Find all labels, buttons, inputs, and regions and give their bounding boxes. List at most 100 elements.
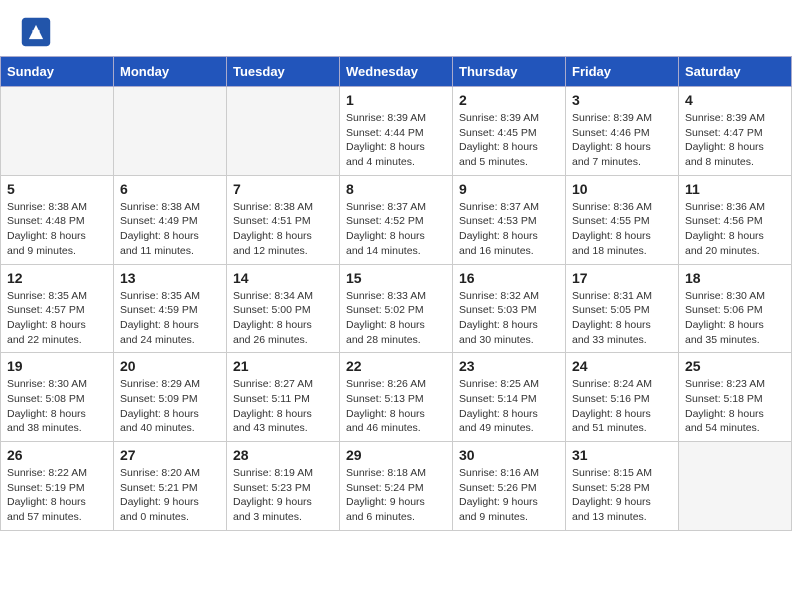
calendar-cell: 21 Sunrise: 8:27 AM Sunset: 5:11 PM Dayli… xyxy=(227,353,340,442)
cell-day-number: 30 xyxy=(459,447,559,463)
calendar-cell: 2 Sunrise: 8:39 AM Sunset: 4:45 PM Daylig… xyxy=(453,87,566,176)
cell-info-text: Sunrise: 8:18 AM Sunset: 5:24 PM Dayligh… xyxy=(346,466,446,525)
calendar-cell: 20 Sunrise: 8:29 AM Sunset: 5:09 PM Dayli… xyxy=(114,353,227,442)
cell-day-number: 6 xyxy=(120,181,220,197)
cell-day-number: 27 xyxy=(120,447,220,463)
weekday-header-tuesday: Tuesday xyxy=(227,57,340,87)
calendar-cell: 12 Sunrise: 8:35 AM Sunset: 4:57 PM Dayli… xyxy=(1,264,114,353)
cell-info-text: Sunrise: 8:33 AM Sunset: 5:02 PM Dayligh… xyxy=(346,289,446,348)
cell-day-number: 18 xyxy=(685,270,785,286)
cell-day-number: 15 xyxy=(346,270,446,286)
calendar-week-row: 19 Sunrise: 8:30 AM Sunset: 5:08 PM Dayli… xyxy=(1,353,792,442)
calendar-cell: 14 Sunrise: 8:34 AM Sunset: 5:00 PM Dayli… xyxy=(227,264,340,353)
cell-day-number: 2 xyxy=(459,92,559,108)
weekday-header-sunday: Sunday xyxy=(1,57,114,87)
cell-day-number: 25 xyxy=(685,358,785,374)
cell-day-number: 22 xyxy=(346,358,446,374)
calendar-cell: 25 Sunrise: 8:23 AM Sunset: 5:18 PM Dayli… xyxy=(679,353,792,442)
weekday-header-friday: Friday xyxy=(566,57,679,87)
calendar-cell xyxy=(227,87,340,176)
calendar-week-row: 26 Sunrise: 8:22 AM Sunset: 5:19 PM Dayli… xyxy=(1,442,792,531)
cell-info-text: Sunrise: 8:36 AM Sunset: 4:55 PM Dayligh… xyxy=(572,200,672,259)
calendar-week-row: 12 Sunrise: 8:35 AM Sunset: 4:57 PM Dayli… xyxy=(1,264,792,353)
cell-info-text: Sunrise: 8:30 AM Sunset: 5:06 PM Dayligh… xyxy=(685,289,785,348)
cell-day-number: 21 xyxy=(233,358,333,374)
calendar-cell: 29 Sunrise: 8:18 AM Sunset: 5:24 PM Dayli… xyxy=(340,442,453,531)
cell-info-text: Sunrise: 8:20 AM Sunset: 5:21 PM Dayligh… xyxy=(120,466,220,525)
cell-day-number: 3 xyxy=(572,92,672,108)
calendar-cell xyxy=(1,87,114,176)
weekday-header-saturday: Saturday xyxy=(679,57,792,87)
cell-day-number: 11 xyxy=(685,181,785,197)
calendar-cell: 27 Sunrise: 8:20 AM Sunset: 5:21 PM Dayli… xyxy=(114,442,227,531)
cell-info-text: Sunrise: 8:23 AM Sunset: 5:18 PM Dayligh… xyxy=(685,377,785,436)
calendar-cell: 22 Sunrise: 8:26 AM Sunset: 5:13 PM Dayli… xyxy=(340,353,453,442)
cell-day-number: 23 xyxy=(459,358,559,374)
cell-info-text: Sunrise: 8:37 AM Sunset: 4:53 PM Dayligh… xyxy=(459,200,559,259)
cell-day-number: 10 xyxy=(572,181,672,197)
calendar-cell: 23 Sunrise: 8:25 AM Sunset: 5:14 PM Dayli… xyxy=(453,353,566,442)
cell-day-number: 4 xyxy=(685,92,785,108)
calendar-cell: 31 Sunrise: 8:15 AM Sunset: 5:28 PM Dayli… xyxy=(566,442,679,531)
cell-info-text: Sunrise: 8:19 AM Sunset: 5:23 PM Dayligh… xyxy=(233,466,333,525)
calendar-cell: 15 Sunrise: 8:33 AM Sunset: 5:02 PM Dayli… xyxy=(340,264,453,353)
cell-info-text: Sunrise: 8:30 AM Sunset: 5:08 PM Dayligh… xyxy=(7,377,107,436)
calendar-cell: 13Sunrise: 8:35 AM Sunset: 4:59 PM Dayli… xyxy=(114,264,227,353)
cell-info-text: Sunrise: 8:32 AM Sunset: 5:03 PM Dayligh… xyxy=(459,289,559,348)
page-header xyxy=(0,0,792,56)
cell-day-number: 26 xyxy=(7,447,107,463)
calendar-cell: 7 Sunrise: 8:38 AM Sunset: 4:51 PM Daylig… xyxy=(227,175,340,264)
cell-info-text: Sunrise: 8:39 AM Sunset: 4:44 PM Dayligh… xyxy=(346,111,446,170)
cell-day-number: 5 xyxy=(7,181,107,197)
cell-info-text: Sunrise: 8:24 AM Sunset: 5:16 PM Dayligh… xyxy=(572,377,672,436)
calendar-cell xyxy=(679,442,792,531)
cell-day-number: 29 xyxy=(346,447,446,463)
cell-info-text: Sunrise: 8:38 AM Sunset: 4:49 PM Dayligh… xyxy=(120,200,220,259)
calendar-cell: 1Sunrise: 8:39 AM Sunset: 4:44 PM Daylig… xyxy=(340,87,453,176)
calendar-cell: 5 Sunrise: 8:38 AM Sunset: 4:48 PM Daylig… xyxy=(1,175,114,264)
cell-info-text: Sunrise: 8:34 AM Sunset: 5:00 PM Dayligh… xyxy=(233,289,333,348)
cell-info-text: Sunrise: 8:39 AM Sunset: 4:45 PM Dayligh… xyxy=(459,111,559,170)
weekday-header-wednesday: Wednesday xyxy=(340,57,453,87)
calendar-cell: 4Sunrise: 8:39 AM Sunset: 4:47 PM Daylig… xyxy=(679,87,792,176)
cell-day-number: 17 xyxy=(572,270,672,286)
cell-info-text: Sunrise: 8:37 AM Sunset: 4:52 PM Dayligh… xyxy=(346,200,446,259)
logo-icon xyxy=(20,16,52,48)
cell-day-number: 12 xyxy=(7,270,107,286)
calendar-cell: 30 Sunrise: 8:16 AM Sunset: 5:26 PM Dayli… xyxy=(453,442,566,531)
cell-info-text: Sunrise: 8:29 AM Sunset: 5:09 PM Dayligh… xyxy=(120,377,220,436)
cell-day-number: 16 xyxy=(459,270,559,286)
cell-info-text: Sunrise: 8:38 AM Sunset: 4:51 PM Dayligh… xyxy=(233,200,333,259)
logo xyxy=(20,16,56,48)
calendar-cell: 6 Sunrise: 8:38 AM Sunset: 4:49 PM Daylig… xyxy=(114,175,227,264)
calendar-cell: 18 Sunrise: 8:30 AM Sunset: 5:06 PM Dayli… xyxy=(679,264,792,353)
cell-info-text: Sunrise: 8:16 AM Sunset: 5:26 PM Dayligh… xyxy=(459,466,559,525)
cell-day-number: 31 xyxy=(572,447,672,463)
cell-day-number: 9 xyxy=(459,181,559,197)
calendar-cell: 16 Sunrise: 8:32 AM Sunset: 5:03 PM Dayli… xyxy=(453,264,566,353)
cell-info-text: Sunrise: 8:22 AM Sunset: 5:19 PM Dayligh… xyxy=(7,466,107,525)
cell-day-number: 20 xyxy=(120,358,220,374)
cell-info-text: Sunrise: 8:25 AM Sunset: 5:14 PM Dayligh… xyxy=(459,377,559,436)
cell-info-text: Sunrise: 8:39 AM Sunset: 4:46 PM Dayligh… xyxy=(572,111,672,170)
calendar-week-row: 1Sunrise: 8:39 AM Sunset: 4:44 PM Daylig… xyxy=(1,87,792,176)
cell-day-number: 8 xyxy=(346,181,446,197)
cell-day-number: 14 xyxy=(233,270,333,286)
cell-info-text: Sunrise: 8:27 AM Sunset: 5:11 PM Dayligh… xyxy=(233,377,333,436)
calendar-cell xyxy=(114,87,227,176)
cell-day-number: 24 xyxy=(572,358,672,374)
cell-info-text: Sunrise: 8:26 AM Sunset: 5:13 PM Dayligh… xyxy=(346,377,446,436)
weekday-header-thursday: Thursday xyxy=(453,57,566,87)
calendar-cell: 26 Sunrise: 8:22 AM Sunset: 5:19 PM Dayli… xyxy=(1,442,114,531)
calendar-cell: 11 Sunrise: 8:36 AM Sunset: 4:56 PM Dayli… xyxy=(679,175,792,264)
cell-info-text: Sunrise: 8:35 AM Sunset: 4:57 PM Dayligh… xyxy=(7,289,107,348)
cell-info-text: Sunrise: 8:38 AM Sunset: 4:48 PM Dayligh… xyxy=(7,200,107,259)
cell-day-number: 7 xyxy=(233,181,333,197)
calendar-cell: 17Sunrise: 8:31 AM Sunset: 5:05 PM Dayli… xyxy=(566,264,679,353)
calendar-cell: 28Sunrise: 8:19 AM Sunset: 5:23 PM Dayli… xyxy=(227,442,340,531)
cell-day-number: 19 xyxy=(7,358,107,374)
calendar-cell: 9 Sunrise: 8:37 AM Sunset: 4:53 PM Daylig… xyxy=(453,175,566,264)
calendar-week-row: 5 Sunrise: 8:38 AM Sunset: 4:48 PM Daylig… xyxy=(1,175,792,264)
cell-info-text: Sunrise: 8:36 AM Sunset: 4:56 PM Dayligh… xyxy=(685,200,785,259)
cell-info-text: Sunrise: 8:15 AM Sunset: 5:28 PM Dayligh… xyxy=(572,466,672,525)
